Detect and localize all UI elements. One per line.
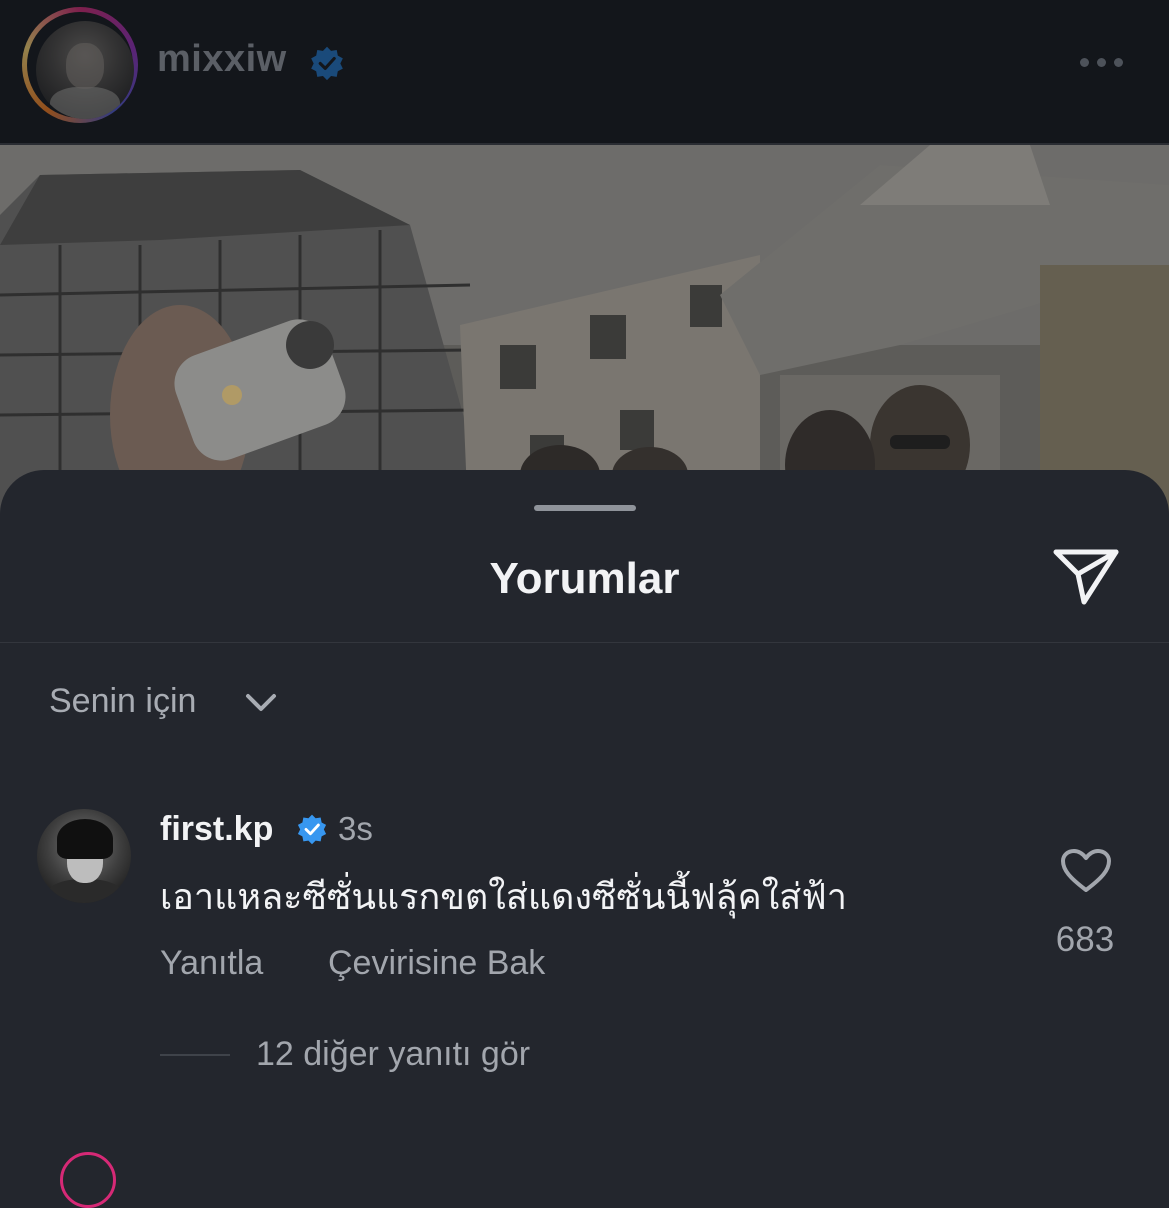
post-header: mixxiw — [0, 0, 1169, 145]
verified-badge-icon — [297, 814, 327, 845]
comment-timestamp: 3s — [338, 810, 373, 847]
story-ring[interactable] — [22, 7, 138, 123]
comment-username[interactable]: first.kp — [160, 810, 273, 849]
commenter-avatar[interactable] — [37, 809, 131, 903]
heart-icon[interactable] — [1060, 848, 1112, 894]
reply-button[interactable]: Yanıtla — [160, 944, 263, 983]
divider — [0, 642, 1169, 643]
send-icon[interactable] — [1050, 544, 1122, 608]
view-replies-button[interactable]: 12 diğer yanıtı gör — [256, 1035, 530, 1074]
author-avatar[interactable] — [36, 21, 134, 119]
replies-line — [160, 1054, 230, 1056]
comments-sheet: Yorumlar Senin için first.kp 3s เอาแหละซ… — [0, 470, 1169, 1208]
next-comment-avatar[interactable] — [60, 1152, 116, 1208]
more-horizontal-icon[interactable] — [1080, 54, 1131, 72]
sheet-title: Yorumlar — [489, 554, 680, 603]
like-count: 683 — [1055, 920, 1115, 959]
post-author-username[interactable]: mixxiw — [157, 38, 287, 81]
comment-filter[interactable]: Senin için — [49, 682, 196, 721]
drag-handle[interactable] — [534, 505, 636, 511]
comment-text: เอาแหละซีซั่นแรกขตใส่แดงซีซั่นนี้ฟลุ้คใส… — [160, 877, 847, 918]
translate-button[interactable]: Çevirisine Bak — [328, 944, 545, 983]
verified-badge-icon — [311, 46, 343, 81]
chevron-down-icon[interactable] — [245, 692, 277, 714]
